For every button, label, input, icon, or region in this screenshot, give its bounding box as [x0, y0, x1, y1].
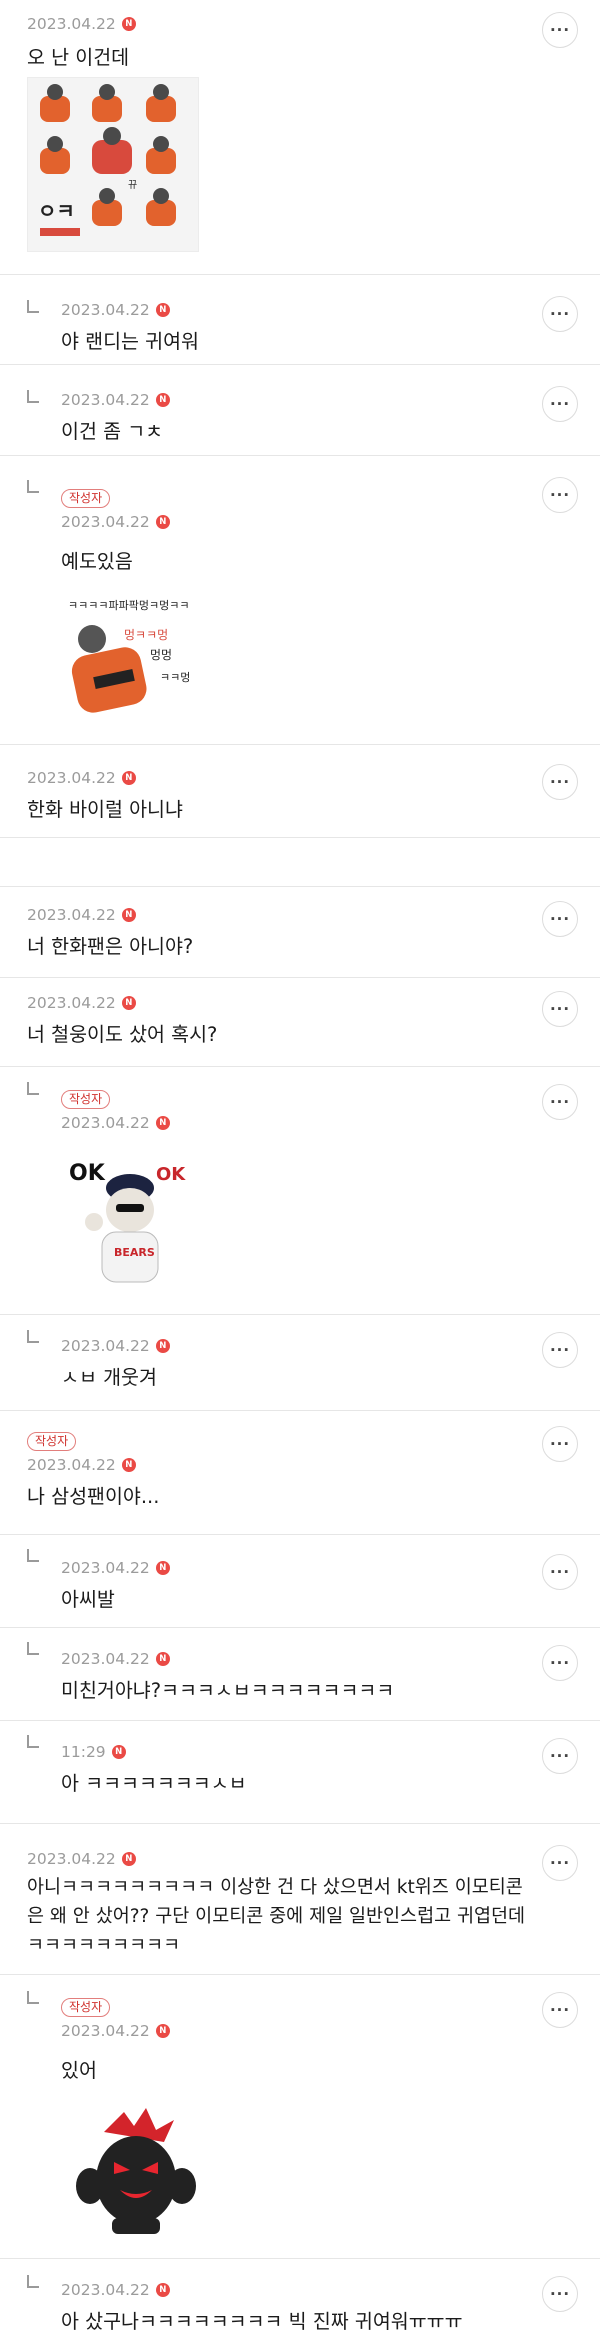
comment: 2023.04.22 N ㅅㅂ 개웃겨 ... [0, 1316, 600, 1411]
more-options-button[interactable]: ... [542, 1845, 578, 1881]
new-badge: N [121, 771, 136, 785]
emoticon-image[interactable] [64, 2102, 204, 2242]
ok-text-left: OK [69, 1161, 106, 1186]
comment-text: 야 랜디는 귀여워 [61, 330, 199, 353]
comment-date: 2023.04.22 [61, 1559, 150, 1577]
comment-date: 2023.04.22 [27, 1456, 116, 1474]
comment: 작성자 2023.04.22 N ... OK OK BEARS [0, 1068, 600, 1315]
comment-text: 있어 [61, 2059, 97, 2082]
comment-date: 2023.04.22 [61, 2281, 150, 2299]
comment-date: 2023.04.22 [27, 769, 116, 787]
comment-date: 2023.04.22 [61, 1650, 150, 1668]
new-badge: N [121, 908, 136, 922]
comment-text: 아니ㅋㅋㅋㅋㅋㅋㅋㅋㅋ 이상한 건 다 샀으면서 kt위즈 이모티콘 은 왜 안… [27, 1877, 526, 1956]
comment: 2023.04.22 N 너 한화팬은 아니야? ... [0, 886, 600, 978]
new-badge: N [155, 2024, 170, 2038]
more-options-button[interactable]: ... [542, 1738, 578, 1774]
new-badge: N [121, 996, 136, 1010]
svg-text:멍ㅋㅋ멍: 멍ㅋㅋ멍 [124, 628, 168, 642]
more-options-button[interactable]: ... [542, 12, 578, 48]
comment-date: 11:29 [61, 1743, 106, 1761]
more-options-button[interactable]: ... [542, 477, 578, 513]
svg-text:멍멍: 멍멍 [150, 648, 172, 662]
author-badge: 작성자 [27, 1432, 77, 1451]
comment-date: 2023.04.22 [61, 391, 150, 409]
more-options-button[interactable]: ... [542, 1426, 578, 1462]
comment: 2023.04.22 N 한화 바이럴 아니냐 ... [0, 746, 600, 838]
more-options-button[interactable]: ... [542, 1645, 578, 1681]
new-badge: N [155, 303, 170, 317]
comment-text: ㅅㅂ 개웃겨 [61, 1366, 157, 1389]
comment-text: 아 샀구나ㅋㅋㅋㅋㅋㅋㅋㅋ 빅 진짜 귀여워ㅠㅠㅠ [61, 2310, 463, 2333]
new-badge: N [155, 1116, 170, 1130]
ok-text-right: OK [156, 1164, 186, 1185]
author-badge: 작성자 [61, 1090, 111, 1109]
more-options-button[interactable]: ... [542, 991, 578, 1027]
svg-text:뀨: 뀨 [128, 180, 137, 191]
comment: 작성자 2023.04.22 N 예도있음 ... ㅋㅋㅋㅋ파파팍멍ㅋ멍ㅋㅋ 멍ㅋ… [0, 457, 600, 745]
new-badge: N [155, 393, 170, 407]
new-badge: N [111, 1745, 126, 1759]
comment: 11:29 N 아 ㅋㅋㅋㅋㅋㅋㅋㅅㅂ ... [0, 1722, 600, 1824]
more-options-button[interactable]: ... [542, 2276, 578, 2312]
emoticon-image[interactable]: OK OK BEARS [64, 1148, 204, 1288]
comment: 2023.04.22 N 너 철웅이도 샀어 혹시? ... [0, 979, 600, 1067]
comment: 2023.04.22 N 아 샀구나ㅋㅋㅋㅋㅋㅋㅋㅋ 빅 진짜 귀여워ㅠㅠㅠ ..… [0, 2260, 600, 2351]
new-badge: N [155, 1652, 170, 1666]
emoticon-image[interactable]: ㅋㅋㅋㅋ파파팍멍ㅋ멍ㅋㅋ 멍ㅋㅋ멍 멍멍 ㅋㅋ멍 [64, 589, 204, 724]
more-options-button[interactable]: ... [542, 1554, 578, 1590]
svg-text:ㅋㅋ멍: ㅋㅋ멍 [160, 671, 190, 684]
emoticon-sheet-image[interactable]: ㅇㅋ 뀨 [27, 77, 199, 252]
more-options-button[interactable]: ... [542, 901, 578, 937]
comment-date: 2023.04.22 [61, 301, 150, 319]
comment-date: 2023.04.22 [61, 513, 150, 531]
more-options-button[interactable]: ... [542, 1084, 578, 1120]
new-badge: N [121, 17, 136, 31]
new-badge: N [155, 2283, 170, 2297]
comment-text: 예도있음 [61, 550, 133, 573]
comment-text: 미친거아냐?ㅋㅋㅋㅅㅂㅋㅋㅋㅋㅋㅋㅋㅋ [61, 1679, 395, 1702]
comment-text: 나 삼성팬이야... [27, 1485, 160, 1508]
comment-text: 오 난 이건데 [27, 46, 130, 69]
more-options-button[interactable]: ... [542, 1992, 578, 2028]
new-badge: N [155, 1339, 170, 1353]
svg-text:ㅇㅋ: ㅇㅋ [38, 199, 75, 223]
more-options-button[interactable]: ... [542, 386, 578, 422]
more-options-button[interactable]: ... [542, 764, 578, 800]
comment-text: 너 한화팬은 아니야? [27, 935, 194, 958]
comment-date: 2023.04.22 [27, 906, 116, 924]
more-options-button[interactable]: ... [542, 1332, 578, 1368]
comment-date: 2023.04.22 [61, 1114, 150, 1132]
comment-date: 2023.04.22 [27, 15, 116, 33]
comment-text: 아 ㅋㅋㅋㅋㅋㅋㅋㅅㅂ [61, 1772, 247, 1795]
comment: 2023.04.22 N 오 난 이건데 ... ㅇㅋ 뀨 [0, 0, 600, 275]
comment-text: 이건 좀 ㄱㅊ [61, 420, 164, 443]
comment: 2023.04.22 N 이건 좀 ㄱㅊ ... [0, 366, 600, 456]
comment-text: 한화 바이럴 아니냐 [27, 798, 183, 821]
separator [0, 839, 600, 886]
comment: 작성자 2023.04.22 N 있어 ... [0, 1976, 600, 2259]
new-badge: N [155, 515, 170, 529]
more-options-button[interactable]: ... [542, 296, 578, 332]
comment-text: 아씨발 [61, 1588, 115, 1611]
comment-date: 2023.04.22 [27, 994, 116, 1012]
comment: 2023.04.22 N 아니ㅋㅋㅋㅋㅋㅋㅋㅋㅋ 이상한 건 다 샀으면서 kt위… [0, 1827, 600, 1975]
comment: 작성자 2023.04.22 N 나 삼성팬이야... ... [0, 1412, 600, 1535]
emoticon-caption: ㅋㅋㅋㅋ파파팍멍ㅋ멍ㅋㅋ [68, 599, 189, 612]
new-badge: N [121, 1852, 136, 1866]
new-badge: N [155, 1561, 170, 1575]
comment-date: 2023.04.22 [27, 1850, 116, 1868]
new-badge: N [121, 1458, 136, 1472]
comment-date: 2023.04.22 [61, 2022, 150, 2040]
comment-date: 2023.04.22 [61, 1337, 150, 1355]
comment: 2023.04.22 N 야 랜디는 귀여워 ... [0, 276, 600, 365]
jersey-text: BEARS [114, 1246, 155, 1259]
author-badge: 작성자 [61, 489, 111, 508]
author-badge: 작성자 [61, 1998, 111, 2017]
comment: 2023.04.22 N 아씨발 ... [0, 1536, 600, 1628]
comment-text: 너 철웅이도 샀어 혹시? [27, 1023, 218, 1046]
comment: 2023.04.22 N 미친거아냐?ㅋㅋㅋㅅㅂㅋㅋㅋㅋㅋㅋㅋㅋ ... [0, 1629, 600, 1721]
